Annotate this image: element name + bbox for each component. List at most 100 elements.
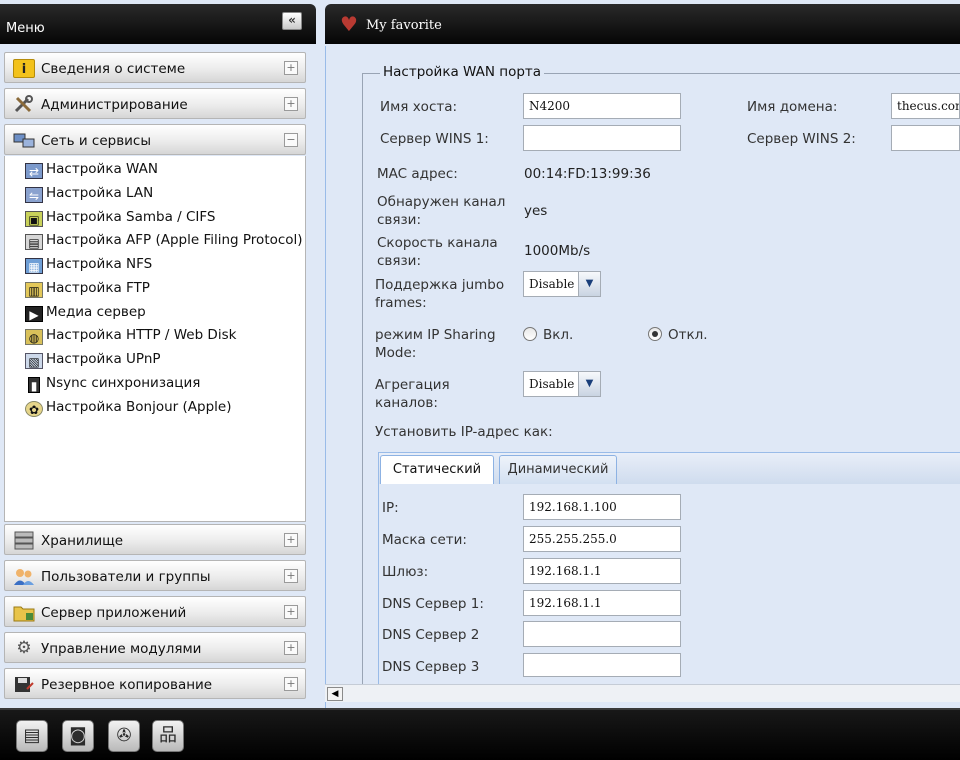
submenu-item-nfs[interactable]: ▦ Настройка NFS <box>25 256 152 276</box>
jumbo-frames-select[interactable]: Disable ▼ <box>523 271 601 297</box>
menu-section-label: Хранилище <box>41 533 124 549</box>
info-icon: i <box>13 59 35 78</box>
tab-static[interactable]: Статический <box>380 455 494 484</box>
menu-panel: Меню « i Сведения о системе + Администри… <box>0 0 316 708</box>
domain-input[interactable]: thecus.com <box>891 93 960 119</box>
menu-section-label: Сервер приложений <box>41 605 187 621</box>
bonjour-icon: ✿ <box>25 401 43 417</box>
menu-section-network-services[interactable]: Сеть и сервисы − <box>4 124 306 155</box>
gateway-input[interactable]: 192.168.1.1 <box>523 558 681 584</box>
menu-section-users-groups[interactable]: Пользователи и группы + <box>4 560 306 591</box>
submenu-item-afp[interactable]: ▤ Настройка AFP (Apple Filing Protocol) <box>25 232 303 252</box>
link-detected-label-line2: связи: <box>377 212 422 228</box>
gateway-label: Шлюз: <box>382 564 429 580</box>
submenu-label: Настройка WAN <box>46 161 158 177</box>
network-submenu: ⇄ Настройка WAN ⇋ Настройка LAN ▣ Настройка… <box>4 156 306 522</box>
ftp-icon: ▥ <box>25 282 43 298</box>
submenu-item-http[interactable]: ◍ Настройка HTTP / Web Disk <box>25 327 236 347</box>
submenu-label: Настройка Samba / CIFS <box>46 209 216 225</box>
link-detected-label-line1: Обнаружен канал <box>377 194 506 210</box>
link-speed-value: 1000Mb/s <box>524 243 591 259</box>
collapse-menu-button[interactable]: « <box>282 12 302 30</box>
expand-toggle[interactable]: + <box>284 641 298 655</box>
wins2-label: Сервер WINS 2: <box>747 131 856 147</box>
bottom-taskbar: ▤ ◙ ✇ 品 <box>0 708 960 760</box>
scroll-left-icon[interactable]: ◀ <box>327 687 343 701</box>
mac-value: 00:14:FD:13:99:36 <box>524 166 651 182</box>
expand-toggle[interactable]: + <box>284 61 298 75</box>
submenu-item-bonjour[interactable]: ✿ Настройка Bonjour (Apple) <box>25 399 231 419</box>
menu-section-administration[interactable]: Администрирование + <box>4 88 306 119</box>
submenu-item-upnp[interactable]: ▧ Настройка UPnP <box>25 351 161 371</box>
afp-icon: ▤ <box>25 234 43 250</box>
submenu-item-media-server[interactable]: ▶ Медиа сервер <box>25 304 146 324</box>
http-icon: ◍ <box>25 329 43 345</box>
nsync-icon: ▮ <box>28 377 40 393</box>
submenu-item-lan[interactable]: ⇋ Настройка LAN <box>25 185 153 205</box>
hostname-input[interactable]: N4200 <box>523 93 681 119</box>
taskbar-server-button[interactable]: ▤ <box>16 720 48 752</box>
expand-toggle[interactable]: + <box>284 677 298 691</box>
menu-section-label: Администрирование <box>41 97 188 113</box>
menu-section-storage[interactable]: Хранилище + <box>4 524 306 555</box>
nfs-icon: ▦ <box>25 258 43 274</box>
ip-sharing-off-label: Откл. <box>668 327 708 343</box>
menu-section-label: Пользователи и группы <box>41 569 211 585</box>
ip-sharing-off-radio[interactable] <box>648 327 662 341</box>
heart-icon[interactable]: ♥ <box>340 14 358 34</box>
dns1-label: DNS Сервер 1: <box>382 596 484 612</box>
netmask-label: Маска сети: <box>382 532 467 548</box>
submenu-item-nsync[interactable]: ▮ Nsync синхронизация <box>25 375 200 395</box>
dns2-label: DNS Сервер 2 <box>382 627 480 643</box>
chevron-down-icon[interactable]: ▼ <box>578 272 600 296</box>
submenu-item-samba[interactable]: ▣ Настройка Samba / CIFS <box>25 209 216 229</box>
dns2-input[interactable] <box>523 621 681 647</box>
hostname-label: Имя хоста: <box>380 99 458 115</box>
menu-section-system-info[interactable]: i Сведения о системе + <box>4 52 306 83</box>
horizontal-scrollbar[interactable]: ◀ <box>325 684 960 702</box>
submenu-label: Настройка LAN <box>46 185 154 201</box>
dns3-input[interactable] <box>523 653 681 677</box>
jumbo-label-line2: frames: <box>375 295 427 311</box>
menu-section-app-server[interactable]: Сервер приложений + <box>4 596 306 627</box>
netmask-input[interactable]: 255.255.255.0 <box>523 526 681 552</box>
ip-sharing-on-radio[interactable] <box>523 327 537 341</box>
set-ip-label: Установить IP-адрес как: <box>375 424 553 440</box>
menu-section-label: Резервное копирование <box>41 677 213 693</box>
wan-fieldset-legend: Настройка WAN порта <box>380 64 545 80</box>
upnp-icon: ▧ <box>25 353 43 369</box>
users-icon <box>13 567 35 586</box>
aggregation-select[interactable]: Disable ▼ <box>523 371 601 397</box>
expand-toggle[interactable]: + <box>284 569 298 583</box>
link-speed-label-line2: связи: <box>377 253 422 269</box>
menu-header: Меню « <box>0 4 316 44</box>
wins1-input[interactable] <box>523 125 681 151</box>
collapse-toggle[interactable]: − <box>284 133 298 147</box>
media-server-icon: ▶ <box>25 306 43 322</box>
favorite-label[interactable]: My favorite <box>366 18 442 33</box>
expand-toggle[interactable]: + <box>284 605 298 619</box>
tools-icon <box>13 95 35 114</box>
menu-section-backup[interactable]: Резервное копирование + <box>4 668 306 699</box>
jumbo-label-line1: Поддержка jumbo <box>375 277 505 293</box>
menu-section-modules[interactable]: ⚙ Управление модулями + <box>4 632 306 663</box>
taskbar-disk-button[interactable]: ◙ <box>62 720 94 752</box>
ip-input[interactable]: 192.168.1.100 <box>523 494 681 520</box>
submenu-label: Nsync синхронизация <box>46 375 201 391</box>
fan-icon: ✇ <box>116 725 132 746</box>
expand-toggle[interactable]: + <box>284 97 298 111</box>
chevron-down-icon[interactable]: ▼ <box>578 372 600 396</box>
favorite-bar: ♥ My favorite <box>325 4 960 44</box>
taskbar-fan-button[interactable]: ✇ <box>108 720 140 752</box>
wins2-input[interactable] <box>891 125 960 151</box>
taskbar-network-button[interactable]: 品 <box>152 720 184 752</box>
submenu-item-ftp[interactable]: ▥ Настройка FTP <box>25 280 150 300</box>
tab-dynamic[interactable]: Динамический <box>499 455 617 484</box>
menu-section-label: Сеть и сервисы <box>41 133 152 149</box>
submenu-label: Настройка FTP <box>46 280 150 296</box>
menu-section-label: Управление модулями <box>41 641 202 657</box>
submenu-item-wan[interactable]: ⇄ Настройка WAN <box>25 161 158 181</box>
expand-toggle[interactable]: + <box>284 533 298 547</box>
disk-icon: ◙ <box>69 725 87 746</box>
dns1-input[interactable]: 192.168.1.1 <box>523 590 681 616</box>
